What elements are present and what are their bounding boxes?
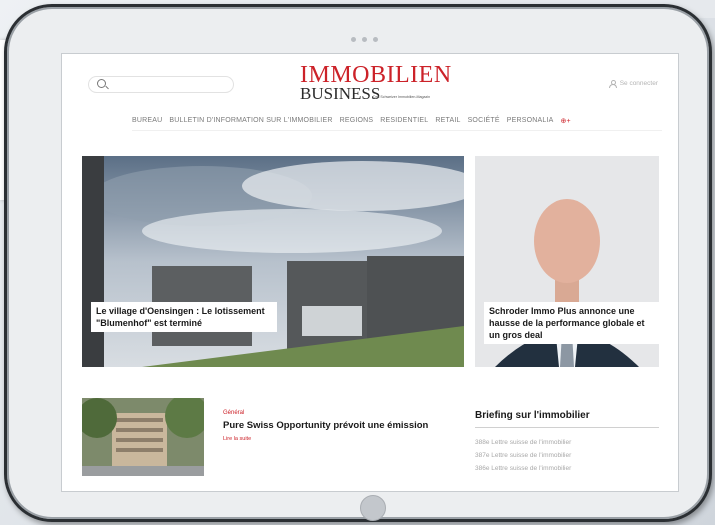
home-button[interactable]: [360, 495, 386, 521]
article-thumbnail[interactable]: [82, 398, 204, 476]
article-title[interactable]: Pure Swiss Opportunity prévoit une émiss…: [223, 420, 463, 431]
login-link[interactable]: Se connecter: [608, 80, 658, 88]
nav-more-icon[interactable]: ⊕+: [560, 117, 570, 125]
briefing-item[interactable]: 386e Lettre suisse de l'immobilier: [475, 462, 659, 475]
nav-item-bureau[interactable]: BUREAU: [132, 117, 162, 125]
camera-dots: [351, 37, 378, 42]
nav-item-societe[interactable]: SOCIÉTÉ: [468, 117, 500, 125]
nav-divider: [132, 130, 662, 131]
website-screen: IMMOBILIEN BUSINESS Das Schweizer Immobi…: [61, 53, 679, 492]
nav-item-retail[interactable]: RETAIL: [435, 117, 460, 125]
hero-caption: Le village d'Oensingen : Le lotissement …: [91, 302, 277, 332]
nav-item-personalia[interactable]: PERSONALIA: [507, 117, 554, 125]
user-icon: [608, 80, 617, 88]
tablet-device: IMMOBILIEN BUSINESS Das Schweizer Immobi…: [4, 4, 712, 522]
briefing-panel: Briefing sur l'immobilier 388e Lettre su…: [475, 410, 659, 475]
logo-tagline: Das Schweizer Immobilien-Magazin: [373, 95, 431, 99]
side-story[interactable]: Schroder Immo Plus annonce une hausse de…: [475, 156, 659, 367]
hero-image: [82, 156, 464, 367]
hero-story[interactable]: Le village d'Oensingen : Le lotissement …: [82, 156, 464, 367]
nav-item-residentiel[interactable]: RESIDENTIEL: [380, 117, 428, 125]
nav-item-regions[interactable]: REGIONS: [340, 117, 374, 125]
search-icon: [97, 79, 106, 88]
briefing-item[interactable]: 388e Lettre suisse de l'immobilier: [475, 436, 659, 449]
article-category[interactable]: Général: [223, 410, 463, 416]
login-label: Se connecter: [619, 80, 658, 87]
main-nav: BUREAU BULLETIN D'INFORMATION SUR L'IMMO…: [132, 117, 571, 125]
briefing-heading: Briefing sur l'immobilier: [475, 410, 659, 428]
side-caption: Schroder Immo Plus annonce une hausse de…: [484, 302, 659, 344]
site-logo[interactable]: IMMOBILIEN BUSINESS Das Schweizer Immobi…: [296, 62, 451, 106]
logo-line2: BUSINESS: [300, 84, 381, 103]
nav-item-bulletin[interactable]: BULLETIN D'INFORMATION SUR L'IMMOBILIER: [169, 117, 332, 125]
read-more-link[interactable]: Lire la suite: [223, 436, 463, 442]
briefing-item[interactable]: 387e Lettre suisse de l'immobilier: [475, 449, 659, 462]
search-input[interactable]: [88, 76, 234, 93]
article-teaser: Général Pure Swiss Opportunity prévoit u…: [223, 410, 463, 442]
